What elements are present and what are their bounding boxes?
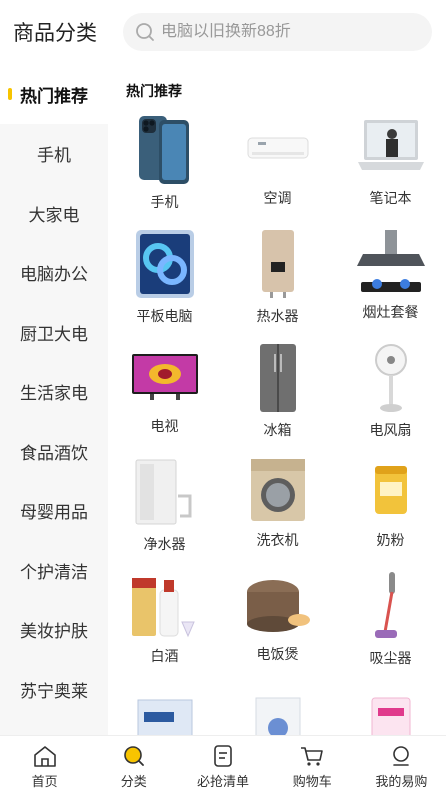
product-item-water-heater[interactable]: 热水器	[221, 228, 334, 324]
product-label: 笔记本	[369, 190, 412, 206]
tab-label: 首页	[31, 774, 58, 789]
laptop-image	[355, 114, 427, 182]
sidebar-item-label: 电脑办公	[20, 265, 88, 285]
tab-category[interactable]: 分类	[89, 736, 178, 793]
product-label: 平板电脑	[136, 308, 193, 324]
product-label: 手机	[150, 194, 179, 210]
tab-label: 必抢清单	[197, 774, 250, 789]
product-image-partial	[355, 684, 427, 735]
sidebar-item-outlet[interactable]: 苏宁奥莱	[0, 660, 108, 720]
product-item-phone[interactable]: 手机	[108, 114, 221, 210]
sidebar-item-label: 苏宁奥莱	[20, 681, 88, 701]
vacuum-image	[355, 570, 427, 642]
sidebar-item-home-appliances[interactable]: 生活家电	[0, 362, 108, 422]
product-label: 白酒	[150, 648, 179, 664]
fan-image	[355, 342, 427, 414]
product-image-partial	[242, 684, 314, 735]
list-icon	[214, 745, 232, 767]
product-item-air-conditioner[interactable]: 空调	[221, 114, 334, 208]
search-input[interactable]	[161, 23, 411, 41]
tab-label: 分类	[120, 774, 147, 789]
tab-label: 购物车	[292, 774, 332, 789]
product-item-tablet[interactable]: 平板电脑	[108, 228, 221, 324]
product-label: 烟灶套餐	[362, 304, 419, 320]
product-label: 吸尘器	[369, 650, 412, 666]
product-item-water-purifier[interactable]: 净水器	[108, 456, 221, 552]
sidebar-item-label: 大家电	[28, 205, 80, 225]
water-purifier-image	[129, 456, 201, 528]
sidebar-item-phone[interactable]: 手机	[0, 124, 108, 184]
tab-profile[interactable]: 我的易购	[357, 736, 446, 793]
milk-powder-image	[355, 456, 427, 524]
air-conditioner-image	[242, 114, 314, 182]
rice-cooker-image	[242, 570, 314, 638]
product-label: 空调	[263, 190, 292, 206]
product-label: 热水器	[256, 308, 299, 324]
product-image-partial	[129, 684, 201, 735]
cart-icon	[301, 747, 324, 766]
page-title: 商品分类	[13, 22, 97, 45]
sidebar-item-label: 厨卫大电	[20, 324, 88, 344]
tab-cart[interactable]: 购物车	[268, 736, 357, 793]
sidebar-item-label: 热门推荐	[20, 86, 88, 106]
sidebar-item-food[interactable]: 食品酒饮	[0, 422, 108, 482]
sidebar-item-appliances[interactable]: 大家电	[0, 184, 108, 244]
sidebar-item-hot[interactable]: 热门推荐	[0, 64, 108, 124]
product-label: 奶粉	[376, 532, 405, 548]
product-label: 电饭煲	[256, 646, 299, 662]
category-icon	[123, 746, 144, 766]
search-bar[interactable]	[123, 13, 432, 51]
product-item-tv[interactable]: 电视	[108, 342, 221, 436]
tv-image	[129, 342, 201, 410]
category-sidebar: 热门推荐 手机 大家电 电脑办公 厨卫大电 生活家电 食品酒饮 母婴用品 个护清…	[0, 64, 108, 735]
water-heater-image	[242, 228, 314, 300]
sidebar-item-baby[interactable]: 母婴用品	[0, 481, 108, 541]
product-item-liquor[interactable]: 白酒	[108, 570, 221, 664]
product-item-partial[interactable]	[334, 684, 446, 735]
product-label: 电风扇	[369, 422, 412, 438]
product-item-milk-powder[interactable]: 奶粉	[334, 456, 446, 550]
product-item-laptop[interactable]: 笔记本	[334, 114, 446, 208]
product-item-partial[interactable]	[108, 684, 221, 735]
home-icon	[33, 746, 56, 767]
tab-label: 我的易购	[375, 774, 428, 789]
sidebar-item-kitchen[interactable]: 厨卫大电	[0, 303, 108, 363]
washing-machine-image	[242, 456, 314, 524]
product-item-vacuum[interactable]: 吸尘器	[334, 570, 446, 666]
product-item-range-hood[interactable]: 烟灶套餐	[334, 228, 446, 322]
sidebar-item-label: 食品酒饮	[20, 443, 88, 463]
category-content: 热门推荐 手机 空调 笔记本 平板电脑 热水器 烟灶套餐 电视 冰箱 电风扇 净…	[108, 64, 446, 735]
tab-home[interactable]: 首页	[0, 736, 89, 793]
product-item-partial[interactable]	[221, 684, 334, 735]
sidebar-item-beauty[interactable]: 美妆护肤	[0, 600, 108, 660]
tab-deals-list[interactable]: 必抢清单	[178, 736, 267, 793]
sidebar-item-label: 美妆护肤	[20, 622, 88, 642]
product-label: 洗衣机	[256, 532, 299, 548]
product-item-rice-cooker[interactable]: 电饭煲	[221, 570, 334, 664]
sidebar-item-label: 个护清洁	[20, 562, 88, 582]
fridge-image	[242, 342, 314, 414]
product-label: 冰箱	[263, 422, 292, 438]
product-label: 净水器	[143, 536, 186, 552]
product-grid: 手机 空调 笔记本 平板电脑 热水器 烟灶套餐 电视 冰箱 电风扇 净水器 洗衣…	[108, 114, 446, 735]
category-page: 商品分类 热门推荐 手机 大家电 电脑办公 厨卫大电 生活家电 食品酒饮 母婴用…	[0, 0, 446, 793]
bottom-tab-bar: 首页 分类 必抢清单 购物车 我的易购	[0, 735, 446, 793]
sidebar-item-computer[interactable]: 电脑办公	[0, 243, 108, 303]
product-item-fan[interactable]: 电风扇	[334, 342, 446, 438]
section-title: 热门推荐	[126, 83, 182, 99]
range-hood-image	[355, 228, 427, 296]
header: 商品分类	[0, 0, 446, 64]
product-item-fridge[interactable]: 冰箱	[221, 342, 334, 438]
sidebar-item-personal-care[interactable]: 个护清洁	[0, 541, 108, 601]
sidebar-item-label: 生活家电	[20, 384, 88, 404]
liquor-image	[129, 570, 201, 640]
search-icon	[135, 22, 155, 42]
tablet-image	[129, 228, 201, 300]
sidebar-item-label: 手机	[37, 146, 71, 166]
phone-image	[129, 114, 201, 186]
profile-icon	[393, 746, 410, 766]
product-label: 电视	[150, 418, 179, 434]
product-item-washing-machine[interactable]: 洗衣机	[221, 456, 334, 550]
sidebar-item-label: 母婴用品	[20, 503, 88, 523]
